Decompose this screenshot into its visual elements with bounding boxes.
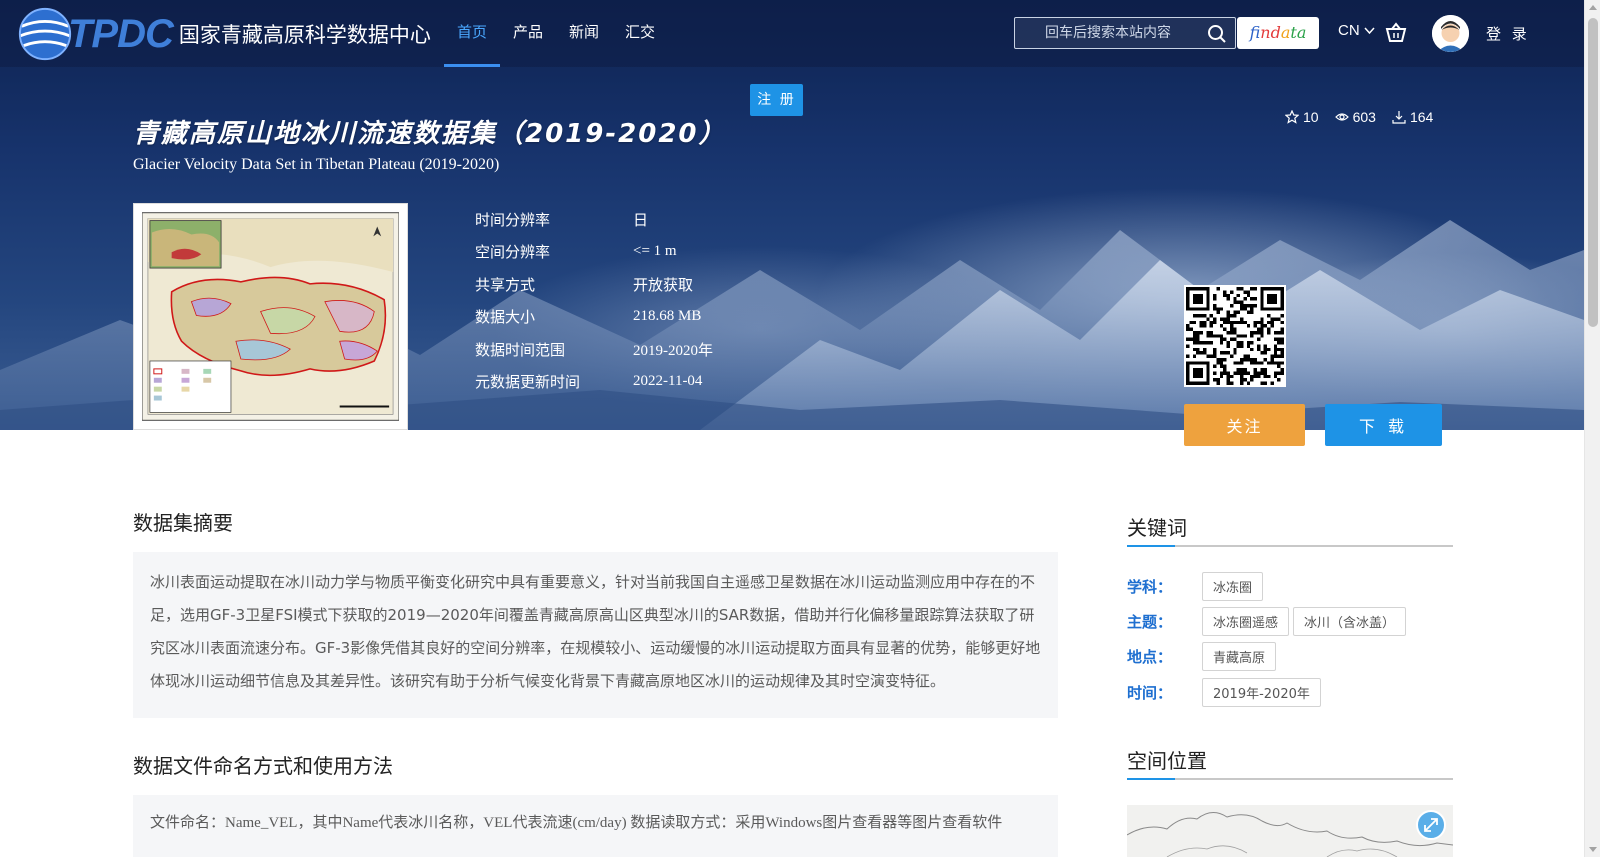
- meta-row: 元数据更新时间 2022-11-04: [475, 366, 713, 399]
- qr-code: [1184, 285, 1286, 387]
- meta-label: 数据时间范围: [475, 340, 566, 359]
- meta-row: 共享方式 开放获取: [475, 268, 713, 301]
- cart-icon[interactable]: [1385, 22, 1407, 44]
- nav-submission[interactable]: 汇交: [612, 0, 668, 67]
- meta-value: 2019-2020年: [633, 342, 713, 359]
- keyword-row-subject: 学科： 冰冻圈: [1127, 572, 1267, 601]
- meta-value: 218.68 MB: [633, 308, 702, 325]
- login-link[interactable]: 登 录: [1486, 23, 1530, 44]
- keyword-row-place: 地点： 青藏高原: [1127, 642, 1280, 671]
- language-label: CN: [1338, 22, 1360, 39]
- abstract-heading: 数据集摘要: [133, 511, 233, 535]
- dataset-metadata: 时间分辨率 日 空间分辨率 <= 1 m 共享方式 开放获取 数据大小 218.…: [475, 203, 713, 398]
- nav-home[interactable]: 首页: [444, 0, 501, 67]
- scroll-down-arrow-icon[interactable]: [1589, 847, 1597, 852]
- meta-row: 数据大小 218.68 MB: [475, 301, 713, 334]
- download-count: 164: [1392, 109, 1433, 125]
- star-icon: [1285, 110, 1299, 124]
- spatial-map[interactable]: [1127, 805, 1453, 857]
- findata-logo-part: a: [1280, 23, 1291, 42]
- meta-label: 数据大小: [475, 308, 536, 327]
- search-icon[interactable]: [1207, 24, 1227, 44]
- meta-label: 元数据更新时间: [475, 373, 581, 392]
- top-navbar: TPDC 国家青藏高原科学数据中心 首页 产品 新闻 汇交 findata CN: [0, 0, 1584, 67]
- keyword-row-time: 时间： 2019年-2020年: [1127, 678, 1325, 707]
- logo-site-name: 国家青藏高原科学数据中心: [178, 23, 431, 47]
- keywords-heading: 关键词: [1127, 516, 1187, 540]
- user-avatar[interactable]: [1432, 15, 1469, 52]
- eye-icon: [1334, 113, 1349, 121]
- thumbnail-map-image: [141, 212, 400, 421]
- keyword-row-theme: 主题： 冰冻圈遥感 冰川（含冰盖）: [1127, 607, 1410, 636]
- view-count-value: 603: [1352, 109, 1376, 125]
- download-icon: [1392, 111, 1406, 124]
- register-button[interactable]: 注 册: [750, 84, 803, 116]
- map-outline-image: [1127, 812, 1453, 857]
- star-count[interactable]: 10: [1285, 109, 1319, 125]
- avatar-icon: [1432, 15, 1469, 52]
- dataset-title-cn: 青藏高原山地冰川流速数据集（2019-2020）: [133, 119, 727, 149]
- scroll-up-arrow-icon[interactable]: [1589, 5, 1597, 10]
- nav-news[interactable]: 新闻: [556, 0, 612, 67]
- qr-code-icon: [1186, 287, 1284, 385]
- main-nav: 首页 产品 新闻 汇交: [444, 0, 668, 67]
- dataset-title-en: Glacier Velocity Data Set in Tibetan Pla…: [133, 156, 500, 173]
- keyword-label: 时间：: [1127, 684, 1173, 702]
- usage-heading: 数据文件命名方式和使用方法: [133, 754, 393, 778]
- spatial-divider: [1127, 778, 1453, 780]
- language-switch[interactable]: CN: [1338, 22, 1375, 39]
- findata-link[interactable]: findata: [1237, 17, 1319, 49]
- keyword-tag[interactable]: 冰冻圈遥感: [1202, 607, 1290, 636]
- meta-value: 2022-11-04: [633, 373, 703, 390]
- dataset-thumbnail[interactable]: [133, 203, 408, 430]
- scrollbar-thumb[interactable]: [1588, 18, 1598, 327]
- spatial-heading: 空间位置: [1127, 749, 1207, 773]
- keyword-tag[interactable]: 青藏高原: [1202, 642, 1277, 671]
- keyword-tag[interactable]: 2019年-2020年: [1202, 678, 1321, 707]
- meta-row: 空间分辨率 <= 1 m: [475, 236, 713, 269]
- abstract-text: 冰川表面运动提取在冰川动力学与物质平衡变化研究中具有重要意义，针对当前我国自主遥…: [133, 552, 1058, 718]
- findata-logo-part: f: [1249, 23, 1261, 42]
- keywords-divider: [1127, 545, 1453, 547]
- download-button[interactable]: 下 载: [1325, 404, 1442, 446]
- usage-text: 文件命名：Name_VEL，其中Name代表冰川名称，VEL代表流速(cm/da…: [133, 795, 1058, 857]
- keyword-tag[interactable]: 冰川（含冰盖）: [1293, 607, 1407, 636]
- keyword-tag[interactable]: 冰冻圈: [1202, 572, 1264, 601]
- meta-value: 日: [633, 212, 649, 229]
- meta-label: 共享方式: [475, 275, 536, 294]
- map-expand-button[interactable]: [1416, 810, 1446, 840]
- search-box: [1014, 17, 1236, 49]
- site-logo[interactable]: TPDC 国家青藏高原科学数据中心: [16, 4, 431, 64]
- expand-icon: [1424, 818, 1438, 832]
- meta-value: <= 1 m: [633, 243, 677, 260]
- search-input[interactable]: [1025, 18, 1195, 48]
- findata-logo-part: ta: [1290, 23, 1307, 42]
- keyword-label: 主题：: [1127, 613, 1173, 631]
- findata-logo-part: ind: [1260, 23, 1281, 42]
- keyword-label: 学科：: [1127, 578, 1173, 596]
- view-count: 603: [1334, 109, 1376, 125]
- meta-row: 数据时间范围 2019-2020年: [475, 333, 713, 366]
- globe-logo-icon: [18, 7, 72, 61]
- dataset-stats: 10 603 164: [1285, 109, 1433, 125]
- download-count-value: 164: [1409, 109, 1434, 125]
- page-scrollbar[interactable]: [1584, 0, 1600, 857]
- meta-row: 时间分辨率 日: [475, 203, 713, 236]
- keyword-label: 地点：: [1127, 648, 1173, 666]
- meta-label: 空间分辨率: [475, 243, 551, 262]
- nav-products[interactable]: 产品: [500, 0, 556, 67]
- star-count-value: 10: [1303, 109, 1319, 125]
- follow-button[interactable]: 关注: [1184, 404, 1305, 446]
- chevron-down-icon: [1364, 27, 1375, 35]
- meta-label: 时间分辨率: [475, 210, 551, 229]
- logo-text: TPDC: [68, 11, 174, 56]
- meta-value: 开放获取: [633, 277, 694, 294]
